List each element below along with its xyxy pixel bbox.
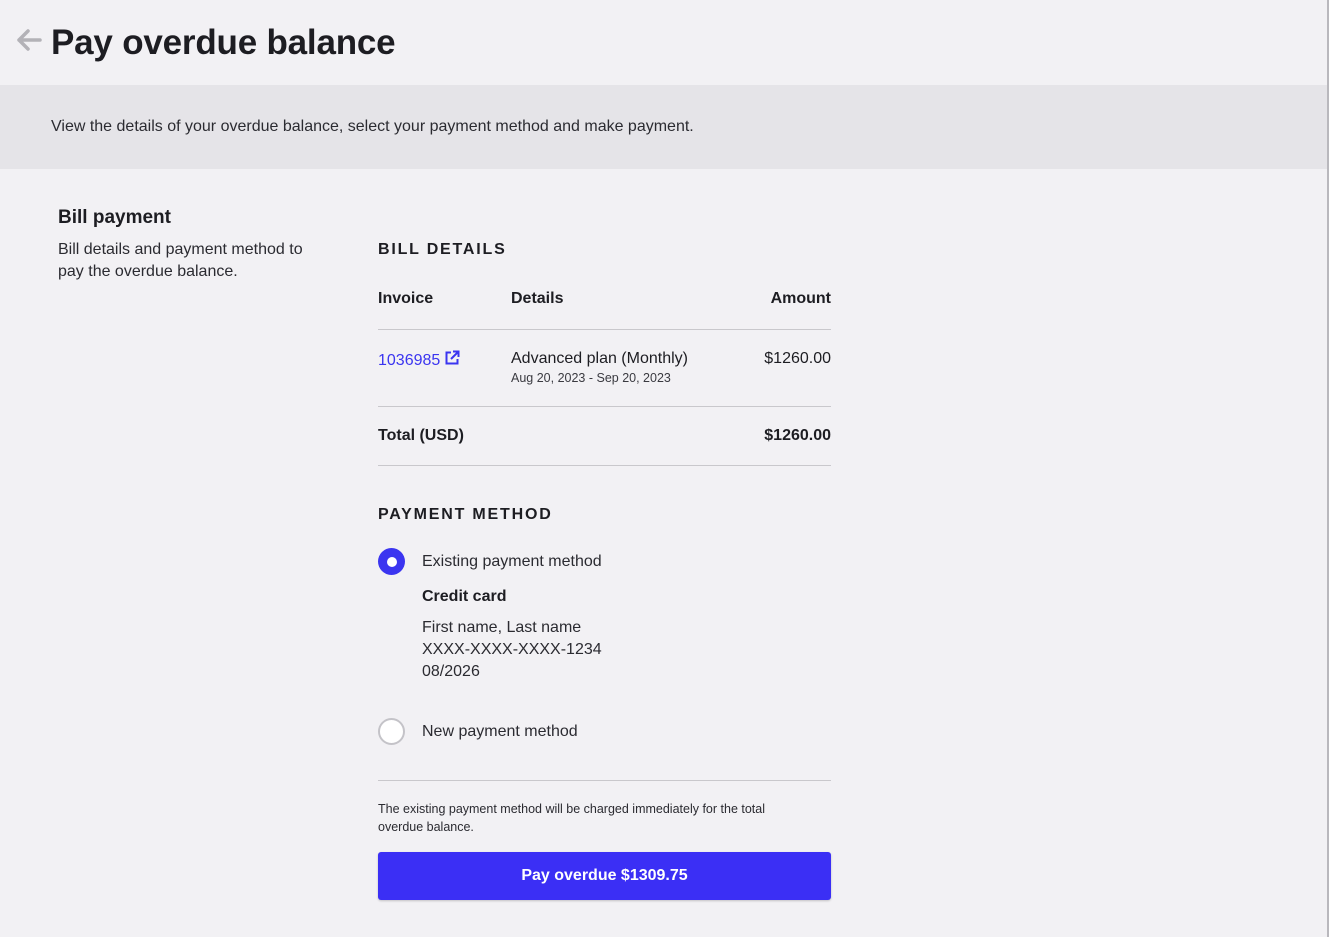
payment-method-heading: PAYMENT METHOD: [378, 506, 553, 523]
page-title: Pay overdue balance: [51, 22, 396, 62]
amount-cell: $1260.00: [764, 350, 831, 367]
card-number: XXXX-XXXX-XXXX-1234: [422, 641, 602, 658]
card-type: Credit card: [422, 588, 507, 605]
page-header: Pay overdue balance: [0, 0, 1329, 85]
plan-name: Advanced plan (Monthly): [511, 350, 688, 367]
charge-note: The existing payment method will be char…: [378, 802, 765, 834]
total-row: Total (USD) $1260.00: [378, 407, 831, 466]
card-expiry: 08/2026: [422, 663, 480, 680]
bill-table-header: Invoice Details Amount: [378, 290, 831, 330]
column-header-details: Details: [511, 290, 564, 307]
total-label: Total (USD): [378, 427, 464, 444]
cardholder-name: First name, Last name: [422, 619, 582, 636]
section-title: Bill payment: [58, 207, 171, 228]
billing-period: Aug 20, 2023 - Sep 20, 2023: [511, 371, 671, 385]
existing-payment-label: Existing payment method: [422, 552, 602, 570]
column-header-invoice: Invoice: [378, 290, 434, 307]
invoice-number: 1036985: [378, 351, 441, 369]
invoice-cell: 1036985: [378, 350, 511, 406]
section-description: Bill details and payment method to pay t…: [58, 241, 303, 280]
pay-overdue-button[interactable]: Pay overdue $1309.75: [378, 852, 831, 900]
new-payment-label: New payment method: [422, 722, 578, 740]
existing-payment-option[interactable]: Existing payment method: [378, 548, 831, 575]
divider: [378, 780, 831, 781]
banner-text: View the details of your overdue balance…: [51, 118, 694, 135]
payment-panel: BILL DETAILS Invoice Details Amount 1036…: [378, 241, 831, 900]
section-intro: Bill payment Bill details and payment me…: [58, 207, 328, 283]
new-payment-radio[interactable]: [378, 718, 405, 745]
arrow-left-icon: [16, 28, 42, 57]
info-banner: View the details of your overdue balance…: [0, 85, 1329, 169]
saved-card-details: Credit card First name, Last name XXXX-X…: [422, 588, 831, 683]
total-amount: $1260.00: [764, 427, 831, 444]
external-link-icon: [444, 350, 460, 371]
table-row: 1036985 Advanced plan (Monthly) Aug 20, …: [378, 330, 831, 407]
invoice-link[interactable]: 1036985: [378, 350, 460, 371]
bill-details-heading: BILL DETAILS: [378, 241, 507, 258]
existing-payment-radio[interactable]: [378, 548, 405, 575]
new-payment-option[interactable]: New payment method: [378, 718, 831, 745]
column-header-amount: Amount: [770, 290, 831, 307]
details-cell: Advanced plan (Monthly) Aug 20, 2023 - S…: [511, 350, 711, 406]
back-button[interactable]: [14, 28, 44, 58]
